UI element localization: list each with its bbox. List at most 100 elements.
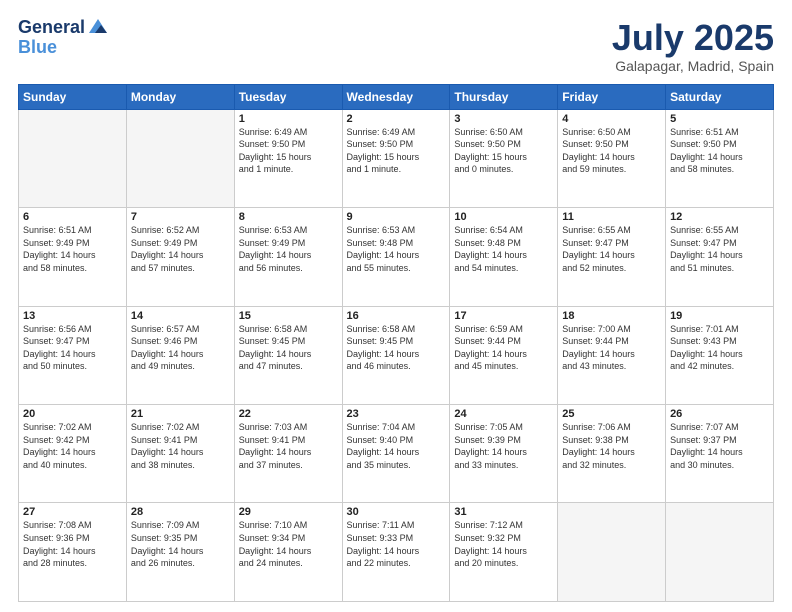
day-number: 15 xyxy=(239,310,338,322)
day-info: Sunrise: 7:09 AM Sunset: 9:35 PM Dayligh… xyxy=(131,519,230,569)
calendar-day-cell: 14Sunrise: 6:57 AM Sunset: 9:46 PM Dayli… xyxy=(126,306,234,404)
calendar-week-row: 20Sunrise: 7:02 AM Sunset: 9:42 PM Dayli… xyxy=(19,405,774,503)
day-info: Sunrise: 6:50 AM Sunset: 9:50 PM Dayligh… xyxy=(454,126,553,176)
calendar-day-header: Saturday xyxy=(666,84,774,109)
day-info: Sunrise: 7:04 AM Sunset: 9:40 PM Dayligh… xyxy=(347,421,446,471)
calendar-day-cell: 1Sunrise: 6:49 AM Sunset: 9:50 PM Daylig… xyxy=(234,109,342,207)
day-info: Sunrise: 7:01 AM Sunset: 9:43 PM Dayligh… xyxy=(670,323,769,373)
day-info: Sunrise: 7:03 AM Sunset: 9:41 PM Dayligh… xyxy=(239,421,338,471)
day-info: Sunrise: 7:05 AM Sunset: 9:39 PM Dayligh… xyxy=(454,421,553,471)
calendar-day-cell xyxy=(126,109,234,207)
day-info: Sunrise: 7:00 AM Sunset: 9:44 PM Dayligh… xyxy=(562,323,661,373)
day-info: Sunrise: 6:59 AM Sunset: 9:44 PM Dayligh… xyxy=(454,323,553,373)
calendar-header-row: SundayMondayTuesdayWednesdayThursdayFrid… xyxy=(19,84,774,109)
day-info: Sunrise: 7:11 AM Sunset: 9:33 PM Dayligh… xyxy=(347,519,446,569)
logo-icon xyxy=(87,15,109,37)
calendar-day-cell: 20Sunrise: 7:02 AM Sunset: 9:42 PM Dayli… xyxy=(19,405,127,503)
day-number: 5 xyxy=(670,113,769,125)
calendar-day-cell: 4Sunrise: 6:50 AM Sunset: 9:50 PM Daylig… xyxy=(558,109,666,207)
calendar-day-cell: 13Sunrise: 6:56 AM Sunset: 9:47 PM Dayli… xyxy=(19,306,127,404)
calendar-day-header: Monday xyxy=(126,84,234,109)
day-info: Sunrise: 6:58 AM Sunset: 9:45 PM Dayligh… xyxy=(347,323,446,373)
calendar-week-row: 6Sunrise: 6:51 AM Sunset: 9:49 PM Daylig… xyxy=(19,208,774,306)
calendar-day-cell: 25Sunrise: 7:06 AM Sunset: 9:38 PM Dayli… xyxy=(558,405,666,503)
day-number: 23 xyxy=(347,408,446,420)
calendar-week-row: 1Sunrise: 6:49 AM Sunset: 9:50 PM Daylig… xyxy=(19,109,774,207)
calendar-day-header: Friday xyxy=(558,84,666,109)
calendar-day-cell: 21Sunrise: 7:02 AM Sunset: 9:41 PM Dayli… xyxy=(126,405,234,503)
calendar-day-cell: 28Sunrise: 7:09 AM Sunset: 9:35 PM Dayli… xyxy=(126,503,234,602)
calendar-day-cell: 18Sunrise: 7:00 AM Sunset: 9:44 PM Dayli… xyxy=(558,306,666,404)
day-info: Sunrise: 6:53 AM Sunset: 9:48 PM Dayligh… xyxy=(347,224,446,274)
logo: General Blue xyxy=(18,18,109,58)
logo-blue: Blue xyxy=(18,38,109,58)
day-number: 6 xyxy=(23,211,122,223)
day-info: Sunrise: 6:56 AM Sunset: 9:47 PM Dayligh… xyxy=(23,323,122,373)
day-info: Sunrise: 6:54 AM Sunset: 9:48 PM Dayligh… xyxy=(454,224,553,274)
calendar-day-cell: 27Sunrise: 7:08 AM Sunset: 9:36 PM Dayli… xyxy=(19,503,127,602)
day-number: 21 xyxy=(131,408,230,420)
calendar-day-cell: 7Sunrise: 6:52 AM Sunset: 9:49 PM Daylig… xyxy=(126,208,234,306)
calendar-day-header: Thursday xyxy=(450,84,558,109)
calendar-day-header: Tuesday xyxy=(234,84,342,109)
day-info: Sunrise: 6:49 AM Sunset: 9:50 PM Dayligh… xyxy=(239,126,338,176)
day-number: 28 xyxy=(131,506,230,518)
day-number: 14 xyxy=(131,310,230,322)
day-number: 10 xyxy=(454,211,553,223)
calendar-day-header: Wednesday xyxy=(342,84,450,109)
day-number: 20 xyxy=(23,408,122,420)
calendar-table: SundayMondayTuesdayWednesdayThursdayFrid… xyxy=(18,84,774,602)
calendar-day-cell: 11Sunrise: 6:55 AM Sunset: 9:47 PM Dayli… xyxy=(558,208,666,306)
day-info: Sunrise: 7:02 AM Sunset: 9:42 PM Dayligh… xyxy=(23,421,122,471)
day-number: 31 xyxy=(454,506,553,518)
page: General Blue July 2025 Galapagar, Madrid… xyxy=(0,0,792,612)
calendar-day-cell: 29Sunrise: 7:10 AM Sunset: 9:34 PM Dayli… xyxy=(234,503,342,602)
day-info: Sunrise: 6:58 AM Sunset: 9:45 PM Dayligh… xyxy=(239,323,338,373)
calendar-week-row: 27Sunrise: 7:08 AM Sunset: 9:36 PM Dayli… xyxy=(19,503,774,602)
month-title: July 2025 xyxy=(612,18,774,58)
day-info: Sunrise: 6:55 AM Sunset: 9:47 PM Dayligh… xyxy=(670,224,769,274)
title-block: July 2025 Galapagar, Madrid, Spain xyxy=(612,18,774,74)
calendar-day-cell xyxy=(19,109,127,207)
calendar-day-cell: 5Sunrise: 6:51 AM Sunset: 9:50 PM Daylig… xyxy=(666,109,774,207)
day-number: 13 xyxy=(23,310,122,322)
day-info: Sunrise: 6:51 AM Sunset: 9:50 PM Dayligh… xyxy=(670,126,769,176)
day-number: 17 xyxy=(454,310,553,322)
calendar-day-cell: 6Sunrise: 6:51 AM Sunset: 9:49 PM Daylig… xyxy=(19,208,127,306)
calendar-week-row: 13Sunrise: 6:56 AM Sunset: 9:47 PM Dayli… xyxy=(19,306,774,404)
calendar-day-cell: 17Sunrise: 6:59 AM Sunset: 9:44 PM Dayli… xyxy=(450,306,558,404)
calendar-day-cell xyxy=(666,503,774,602)
day-number: 22 xyxy=(239,408,338,420)
calendar-day-cell: 22Sunrise: 7:03 AM Sunset: 9:41 PM Dayli… xyxy=(234,405,342,503)
day-number: 1 xyxy=(239,113,338,125)
calendar-day-cell: 26Sunrise: 7:07 AM Sunset: 9:37 PM Dayli… xyxy=(666,405,774,503)
day-info: Sunrise: 6:55 AM Sunset: 9:47 PM Dayligh… xyxy=(562,224,661,274)
day-info: Sunrise: 7:08 AM Sunset: 9:36 PM Dayligh… xyxy=(23,519,122,569)
calendar-day-cell: 19Sunrise: 7:01 AM Sunset: 9:43 PM Dayli… xyxy=(666,306,774,404)
calendar-day-cell: 12Sunrise: 6:55 AM Sunset: 9:47 PM Dayli… xyxy=(666,208,774,306)
day-number: 26 xyxy=(670,408,769,420)
calendar-day-cell: 9Sunrise: 6:53 AM Sunset: 9:48 PM Daylig… xyxy=(342,208,450,306)
logo-text: General xyxy=(18,18,85,38)
calendar-day-cell: 8Sunrise: 6:53 AM Sunset: 9:49 PM Daylig… xyxy=(234,208,342,306)
day-number: 8 xyxy=(239,211,338,223)
day-number: 24 xyxy=(454,408,553,420)
day-number: 11 xyxy=(562,211,661,223)
header: General Blue July 2025 Galapagar, Madrid… xyxy=(18,18,774,74)
day-number: 4 xyxy=(562,113,661,125)
day-info: Sunrise: 6:57 AM Sunset: 9:46 PM Dayligh… xyxy=(131,323,230,373)
day-info: Sunrise: 7:10 AM Sunset: 9:34 PM Dayligh… xyxy=(239,519,338,569)
day-number: 12 xyxy=(670,211,769,223)
day-info: Sunrise: 6:53 AM Sunset: 9:49 PM Dayligh… xyxy=(239,224,338,274)
day-number: 19 xyxy=(670,310,769,322)
calendar-day-cell: 2Sunrise: 6:49 AM Sunset: 9:50 PM Daylig… xyxy=(342,109,450,207)
day-info: Sunrise: 6:50 AM Sunset: 9:50 PM Dayligh… xyxy=(562,126,661,176)
calendar-day-cell: 24Sunrise: 7:05 AM Sunset: 9:39 PM Dayli… xyxy=(450,405,558,503)
calendar-day-cell: 16Sunrise: 6:58 AM Sunset: 9:45 PM Dayli… xyxy=(342,306,450,404)
day-info: Sunrise: 6:49 AM Sunset: 9:50 PM Dayligh… xyxy=(347,126,446,176)
day-number: 2 xyxy=(347,113,446,125)
day-number: 7 xyxy=(131,211,230,223)
day-number: 25 xyxy=(562,408,661,420)
day-number: 29 xyxy=(239,506,338,518)
calendar-day-cell: 3Sunrise: 6:50 AM Sunset: 9:50 PM Daylig… xyxy=(450,109,558,207)
